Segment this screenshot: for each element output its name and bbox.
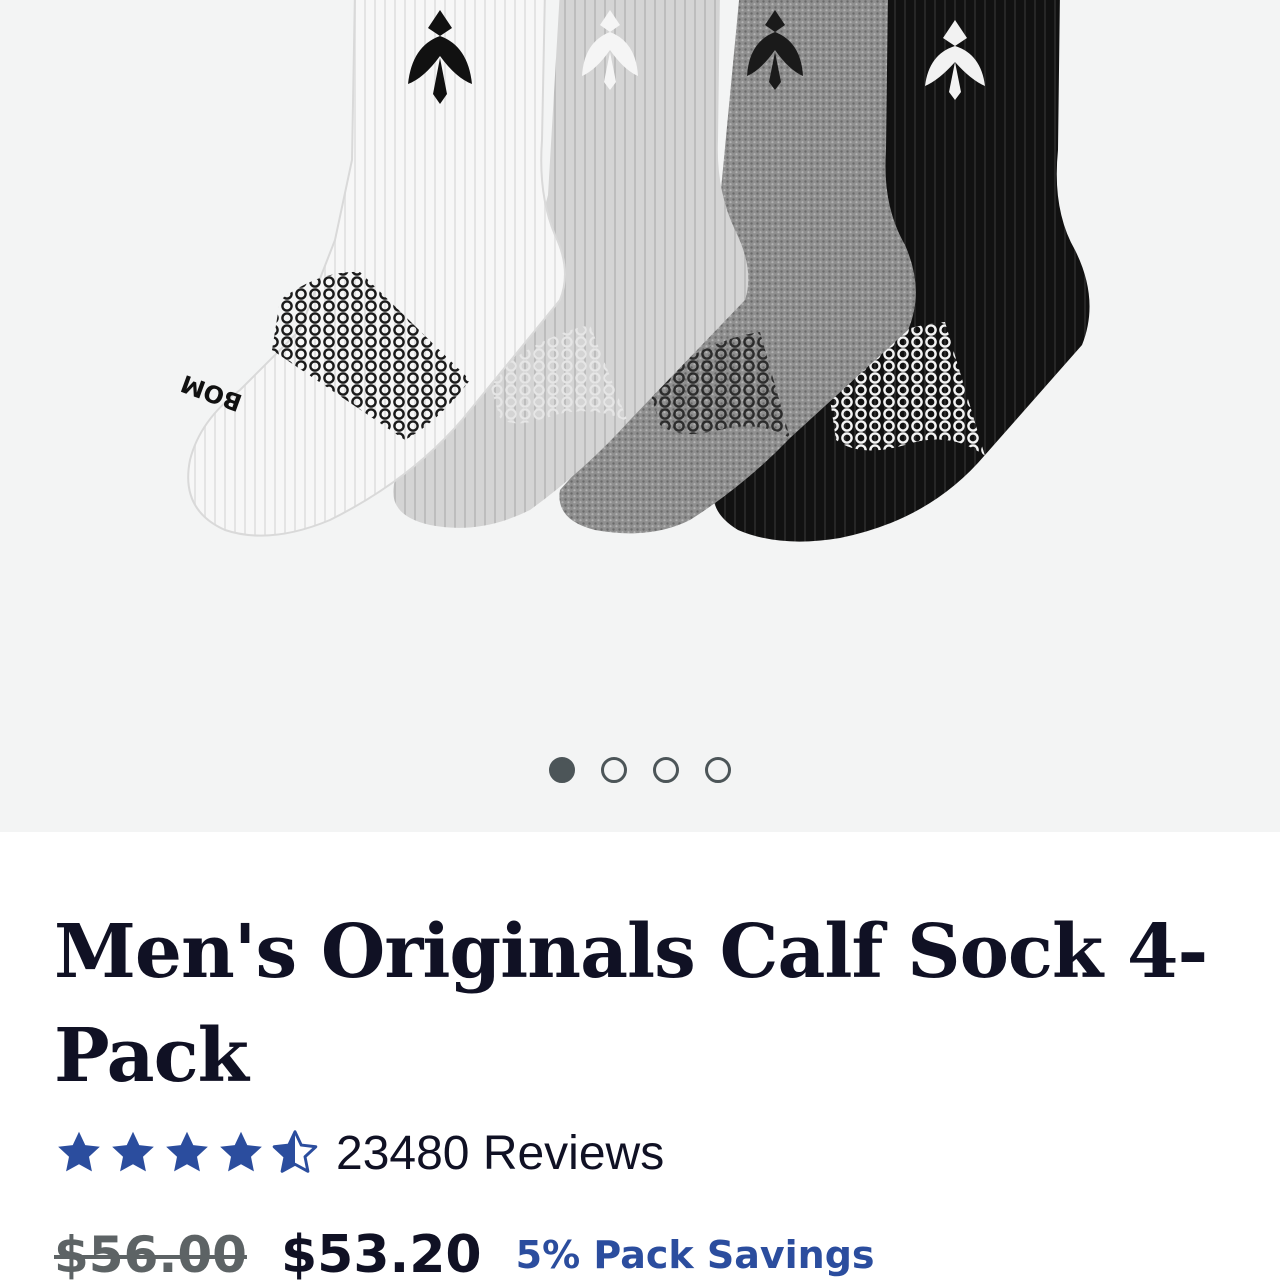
product-page: BOM Men's Originals Calf Sock 4-Pack 234…	[0, 0, 1280, 1280]
pack-savings-badge: 5% Pack Savings	[515, 1233, 875, 1277]
carousel-dot-2[interactable]	[601, 757, 627, 783]
star-rating[interactable]	[54, 1128, 320, 1178]
star-icon-full	[58, 1131, 100, 1172]
star-icon-full	[112, 1131, 154, 1172]
sale-price: $53.20	[280, 1225, 482, 1280]
carousel-dot-3[interactable]	[653, 757, 679, 783]
product-title: Men's Originals Calf Sock 4-Pack	[54, 909, 1208, 1099]
star-icon-full	[220, 1131, 262, 1172]
star-icon-full	[166, 1131, 208, 1172]
review-count-link[interactable]: 23480 Reviews	[336, 1126, 664, 1181]
carousel-dot-4[interactable]	[705, 757, 731, 783]
product-gallery[interactable]: BOM	[0, 0, 1280, 832]
star-icon-half	[272, 1130, 318, 1173]
carousel-dot-1[interactable]	[549, 757, 575, 783]
price-row: $56.00 $53.20 5% Pack Savings	[54, 1215, 875, 1280]
carousel-dots	[0, 757, 1280, 783]
svg-text:BOM: BOM	[177, 369, 245, 417]
rating-row: 23480 Reviews	[54, 1118, 664, 1188]
product-image: BOM	[177, 0, 1090, 542]
original-price: $56.00	[54, 1226, 247, 1280]
